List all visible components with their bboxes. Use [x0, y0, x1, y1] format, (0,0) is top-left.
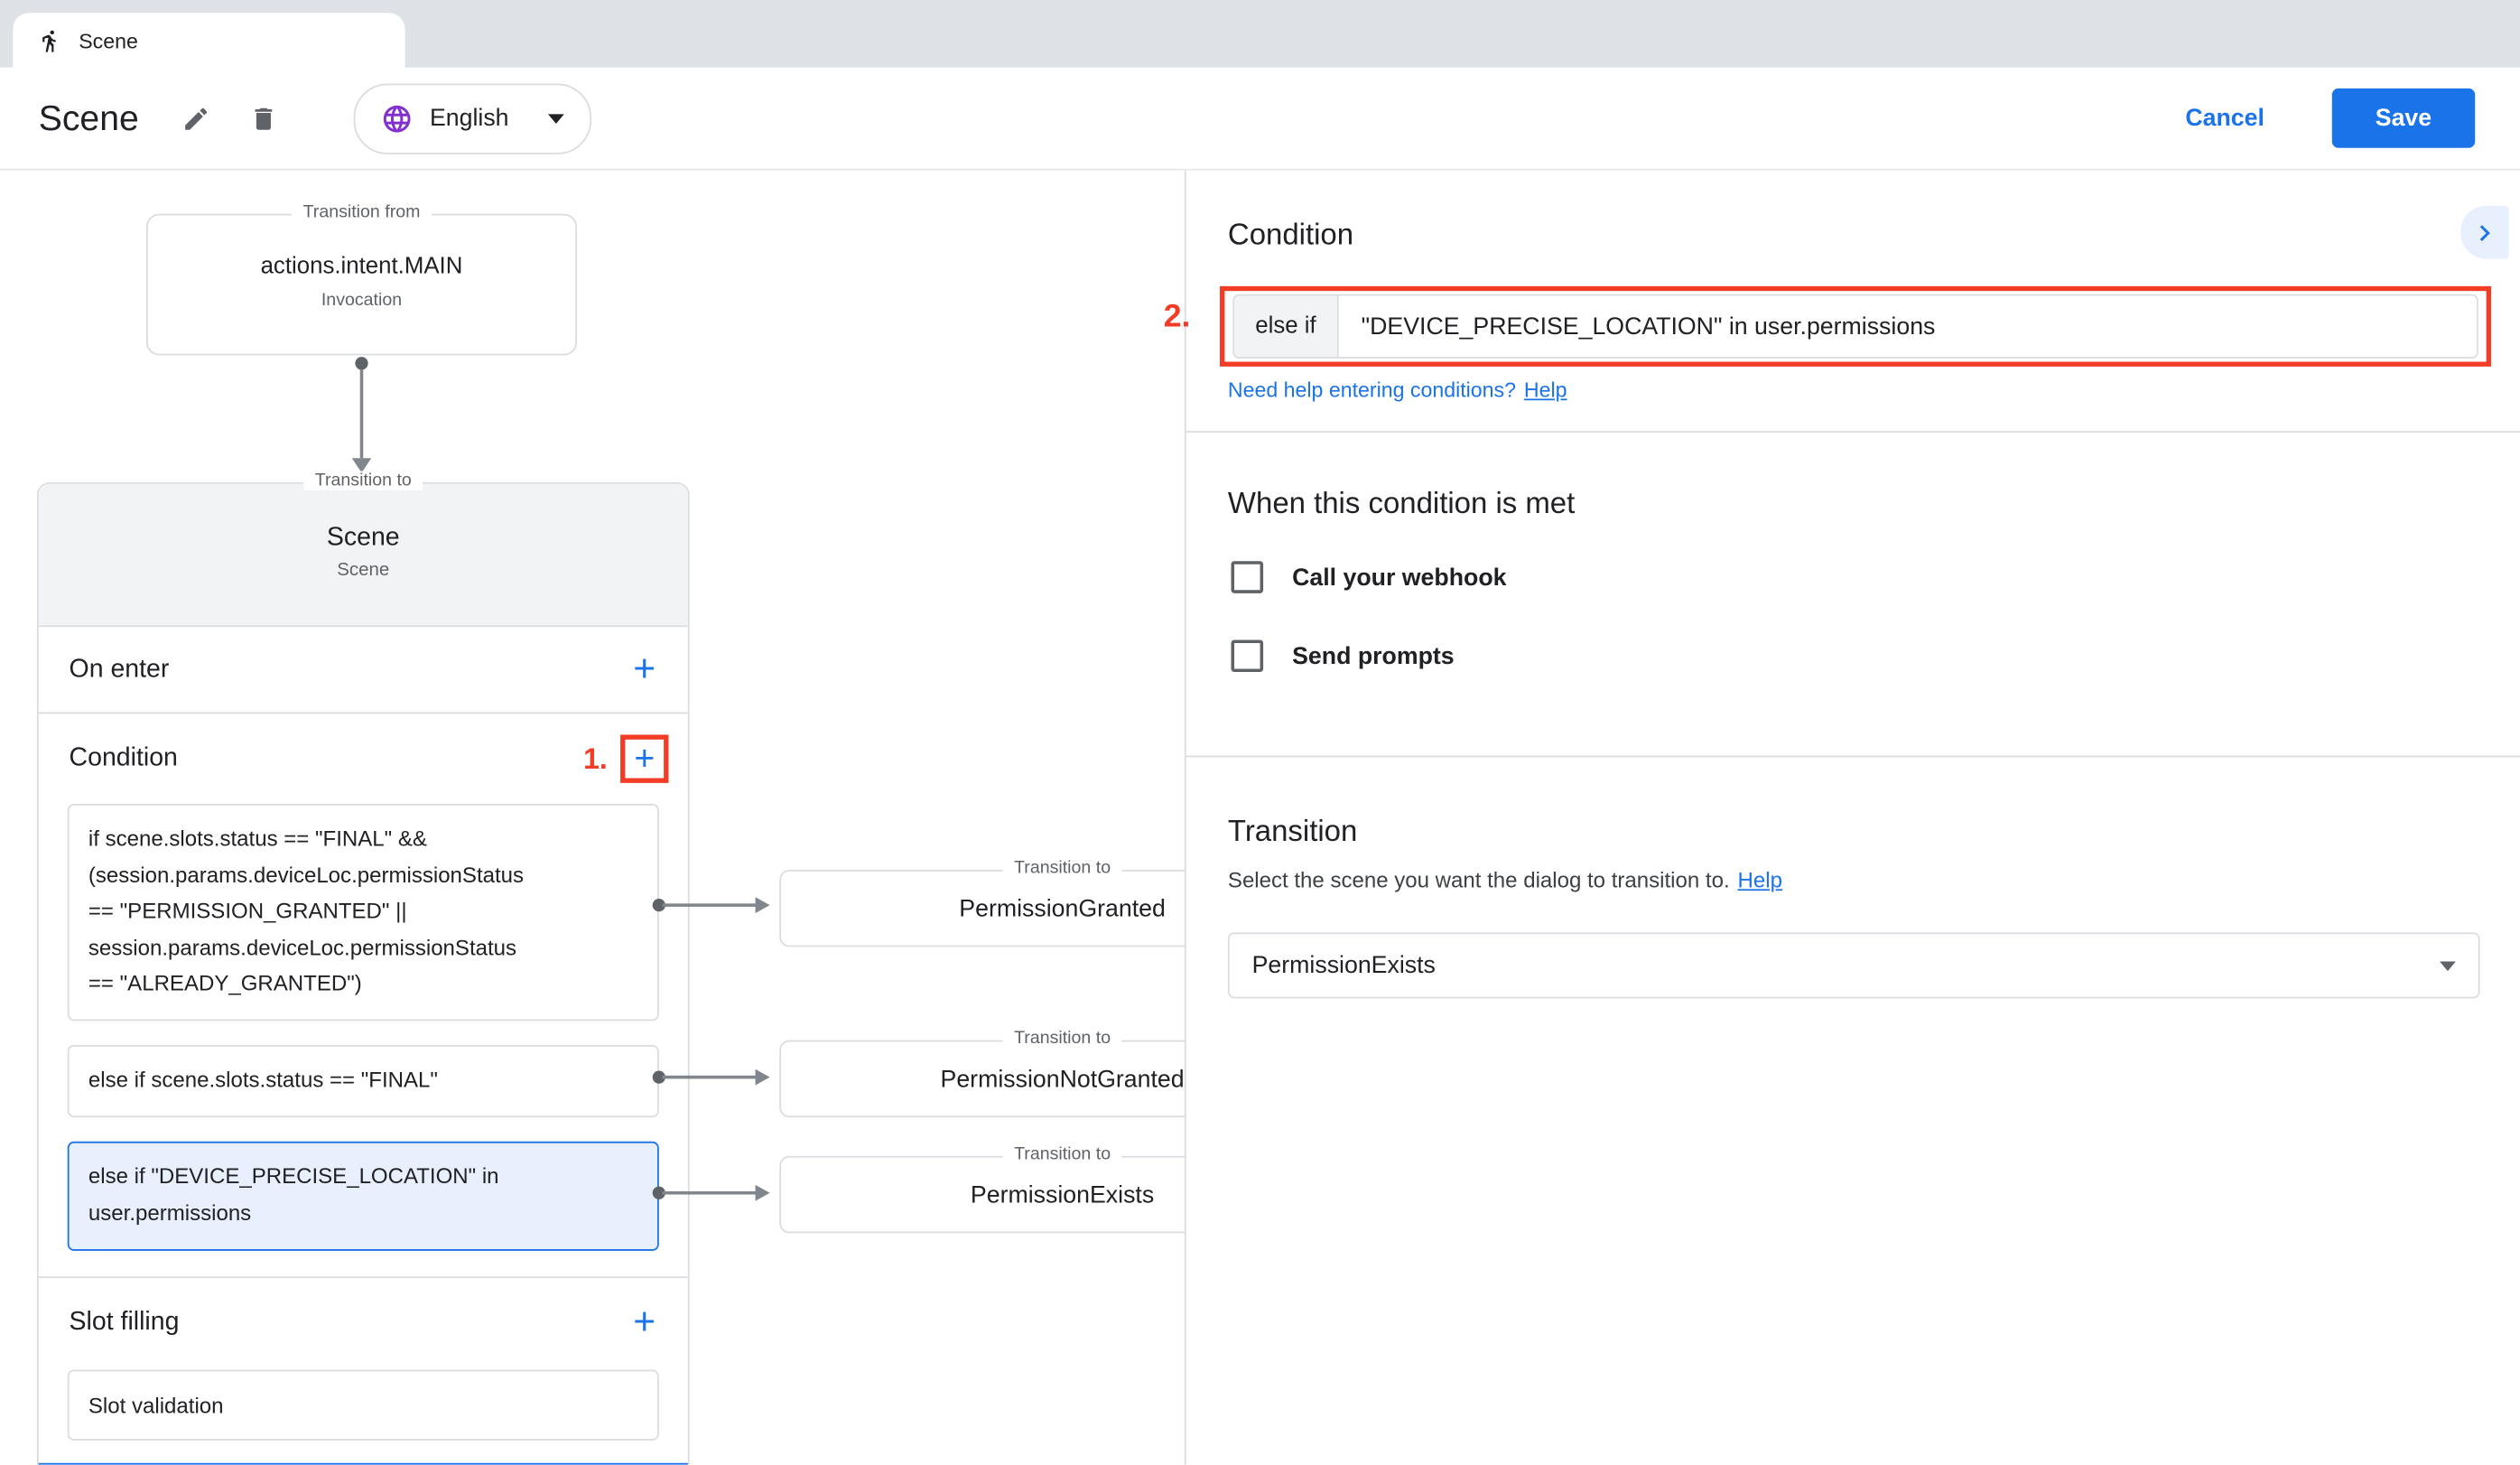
scene-graph-canvas: Transition from actions.intent.MAIN Invo… [0, 171, 1185, 1465]
delete-scene-button[interactable] [236, 89, 293, 147]
add-slot-button[interactable]: + [620, 1298, 668, 1346]
transition-to-label: Transition to [303, 471, 423, 490]
edit-scene-button[interactable] [168, 89, 226, 147]
annotation-step-2: 2. [1164, 299, 1191, 336]
slot-validation-item[interactable]: Slot validation [68, 1370, 659, 1441]
condition-section-header: Condition 1. + [39, 714, 688, 804]
target3-transition-to-label: Transition to [1003, 1144, 1122, 1163]
transition-scene-select[interactable]: PermissionExists [1228, 932, 2480, 998]
connector2-arrow-icon [756, 1069, 770, 1086]
connector3-arrow-icon [756, 1185, 770, 1201]
when-condition-met-heading: When this condition is met [1228, 486, 1575, 521]
send-prompts-label: Send prompts [1292, 642, 1455, 669]
save-button[interactable]: Save [2332, 89, 2476, 148]
condition-section: Condition 1. + if scene.slots.status == … [39, 714, 688, 1278]
condition-editor-panel: Condition 2. else if Need help entering … [1185, 171, 2520, 1465]
condition-expression-field: else if [1232, 294, 2478, 359]
scene-card-header[interactable]: Scene Scene [39, 484, 688, 627]
scene-header: Scene English Cancel Save [0, 68, 2520, 171]
transition-help-row: Select the scene you want the dialog to … [1228, 868, 1782, 892]
condition-help-text: Need help entering conditions? [1228, 378, 1516, 402]
browser-tab-scene[interactable]: Scene [13, 13, 405, 68]
globe-icon [382, 102, 414, 135]
flow-connector-line [360, 369, 364, 458]
slot-filling-section-header: Slot filling + [39, 1278, 688, 1367]
panel-divider-1 [1186, 431, 2520, 433]
condition-help-row: Need help entering conditions? Help [1228, 378, 1567, 402]
chevron-right-icon [2469, 216, 2501, 248]
browser-tab-bar: Scene [0, 0, 2520, 68]
connector3-line [662, 1191, 758, 1195]
flow-connector-dot [355, 357, 367, 369]
language-label: English [430, 105, 509, 132]
webhook-checkbox-row: Call your webhook [1231, 561, 1506, 593]
condition-panel-heading: Condition [1228, 217, 1353, 252]
walking-person-icon [39, 28, 63, 52]
transition-scene-value: PermissionExists [1252, 952, 1436, 979]
send-prompts-checkbox[interactable] [1231, 639, 1263, 672]
chevron-down-icon [547, 113, 563, 123]
slot-filling-label: Slot filling [70, 1308, 180, 1337]
pencil-icon [182, 104, 211, 133]
scene-name: Scene [39, 484, 688, 554]
on-enter-section[interactable]: On enter + [39, 627, 688, 714]
target1-scene-name: PermissionGranted [959, 895, 1166, 922]
condition-item-1[interactable]: if scene.slots.status == "FINAL" && (ses… [68, 804, 659, 1021]
target2-transition-to-label: Transition to [1003, 1029, 1122, 1048]
target2-scene-name: PermissionNotGranted [941, 1065, 1185, 1092]
transition-from-label: Transition from [292, 202, 432, 221]
actions-console-window: Scene Scene English Cancel Save [0, 0, 2520, 1465]
collapse-panel-button[interactable] [2460, 206, 2508, 259]
condition-label: Condition [70, 744, 178, 773]
annotation-highlight-box-1: + [620, 734, 668, 782]
trash-icon [250, 104, 279, 133]
prompts-checkbox-row: Send prompts [1231, 639, 1454, 672]
transition-from-card[interactable]: Transition from actions.intent.MAIN Invo… [146, 214, 577, 356]
transition-heading: Transition [1228, 814, 1357, 849]
annotation-step-1: 1. [583, 742, 608, 775]
transition-help-link[interactable]: Help [1738, 868, 1782, 892]
condition-item-3-selected[interactable]: else if "DEVICE_PRECISE_LOCATION" in use… [68, 1142, 659, 1251]
call-webhook-checkbox[interactable] [1231, 561, 1263, 593]
target-card-permission-not-granted[interactable]: Transition to PermissionNotGranted [779, 1040, 1185, 1117]
annotation-highlight-box-2: else if [1220, 286, 2491, 367]
add-condition-button[interactable]: + [627, 742, 662, 777]
connector2-line [662, 1076, 758, 1079]
condition-expression-input[interactable] [1339, 296, 2477, 358]
else-if-chip: else if [1234, 296, 1339, 358]
tab-title: Scene [79, 28, 138, 52]
target1-transition-to-label: Transition to [1003, 859, 1122, 878]
call-webhook-label: Call your webhook [1292, 564, 1506, 591]
intent-type: Invocation [148, 291, 575, 310]
target-card-permission-exists[interactable]: Transition to PermissionExists [779, 1156, 1185, 1233]
target-card-permission-granted[interactable]: Transition to PermissionGranted [779, 870, 1185, 947]
add-on-enter-button[interactable]: + [620, 646, 668, 694]
intent-name: actions.intent.MAIN [148, 254, 575, 279]
connector1-line [662, 903, 758, 907]
scene-card: Transition to Scene Scene On enter + Con… [37, 482, 690, 1465]
transition-help-text: Select the scene you want the dialog to … [1228, 868, 1730, 892]
on-enter-label: On enter [70, 655, 170, 684]
main-area: Transition from actions.intent.MAIN Invo… [0, 171, 2520, 1465]
condition-item-2[interactable]: else if scene.slots.status == "FINAL" [68, 1045, 659, 1117]
scene-type: Scene [39, 561, 688, 580]
cancel-button[interactable]: Cancel [2176, 103, 2274, 134]
connector1-arrow-icon [756, 897, 770, 913]
language-selector[interactable]: English [354, 83, 590, 154]
select-caret-icon [2440, 961, 2456, 971]
page-title: Scene [39, 98, 139, 139]
condition-help-link[interactable]: Help [1524, 378, 1567, 402]
target3-scene-name: PermissionExists [971, 1180, 1154, 1208]
panel-divider-2 [1186, 756, 2520, 758]
